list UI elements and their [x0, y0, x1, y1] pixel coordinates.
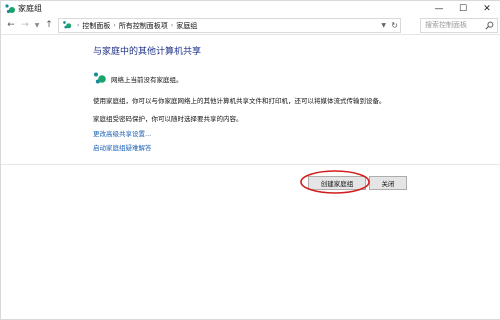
breadcrumb-control-panel[interactable]: 控制面板 — [82, 21, 110, 31]
homegroup-icon — [94, 72, 106, 84]
forward-arrow-icon[interactable]: → — [19, 19, 31, 31]
minimize-icon[interactable]: — — [428, 1, 450, 16]
window-title: 家庭组 — [18, 4, 42, 13]
homegroup-icon — [5, 4, 15, 14]
recent-locations-chevron-icon[interactable]: ▼ — [32, 19, 42, 31]
password-protection-note: 家庭组受密码保护，你可以随时选择要共享的内容。 — [93, 115, 243, 123]
search-icon — [485, 21, 494, 30]
homegroup-window: 家庭组 — ☐ ✕ ← → ▼ ↑ › 控制面板 › 所有控制面板项 › 家庭组… — [0, 0, 500, 320]
maximize-icon[interactable]: ☐ — [452, 1, 474, 16]
refresh-icon[interactable]: ↻ — [391, 19, 398, 32]
title-bar: 家庭组 — ☐ ✕ — [1, 1, 500, 17]
up-arrow-icon[interactable]: ↑ — [44, 19, 54, 31]
breadcrumb: › 控制面板 › 所有控制面板项 › 家庭组 — [74, 19, 197, 32]
search-box[interactable]: 搜索控制面板 — [420, 18, 498, 33]
page-title: 与家庭中的其他计算机共享 — [93, 47, 202, 57]
search-placeholder: 搜索控制面板 — [425, 21, 467, 29]
back-arrow-icon[interactable]: ← — [5, 19, 17, 31]
breadcrumb-homegroup[interactable]: 家庭组 — [176, 21, 197, 31]
create-homegroup-button[interactable]: 创建家庭组 — [308, 176, 366, 190]
chevron-right-icon: › — [113, 22, 116, 29]
close-icon[interactable]: ✕ — [476, 1, 498, 16]
navigation-bar: ← → ▼ ↑ › 控制面板 › 所有控制面板项 › 家庭组 ▼ ↻ 搜索控制面… — [1, 17, 500, 35]
chevron-right-icon: › — [77, 22, 80, 29]
homegroup-troubleshooter-link[interactable]: 启动家庭组疑难解答 — [93, 142, 152, 152]
homegroup-description: 使用家庭组，你可以与你家庭网络上的其他计算机共享文件和打印机，还可以将媒体流式传… — [93, 97, 386, 105]
homegroup-status: 网络上当前没有家庭组。 — [111, 76, 183, 84]
address-dropdown-chevron-icon[interactable]: ▼ — [381, 19, 386, 32]
address-bar[interactable]: › 控制面板 › 所有控制面板项 › 家庭组 ▼ ↻ — [58, 18, 401, 33]
advanced-sharing-settings-link[interactable]: 更改高级共享设置... — [93, 128, 151, 138]
homegroup-icon — [63, 21, 72, 29]
divider — [1, 164, 500, 165]
breadcrumb-all-items[interactable]: 所有控制面板项 — [119, 21, 168, 31]
close-button[interactable]: 关闭 — [369, 176, 407, 190]
chevron-right-icon: › — [170, 22, 174, 29]
